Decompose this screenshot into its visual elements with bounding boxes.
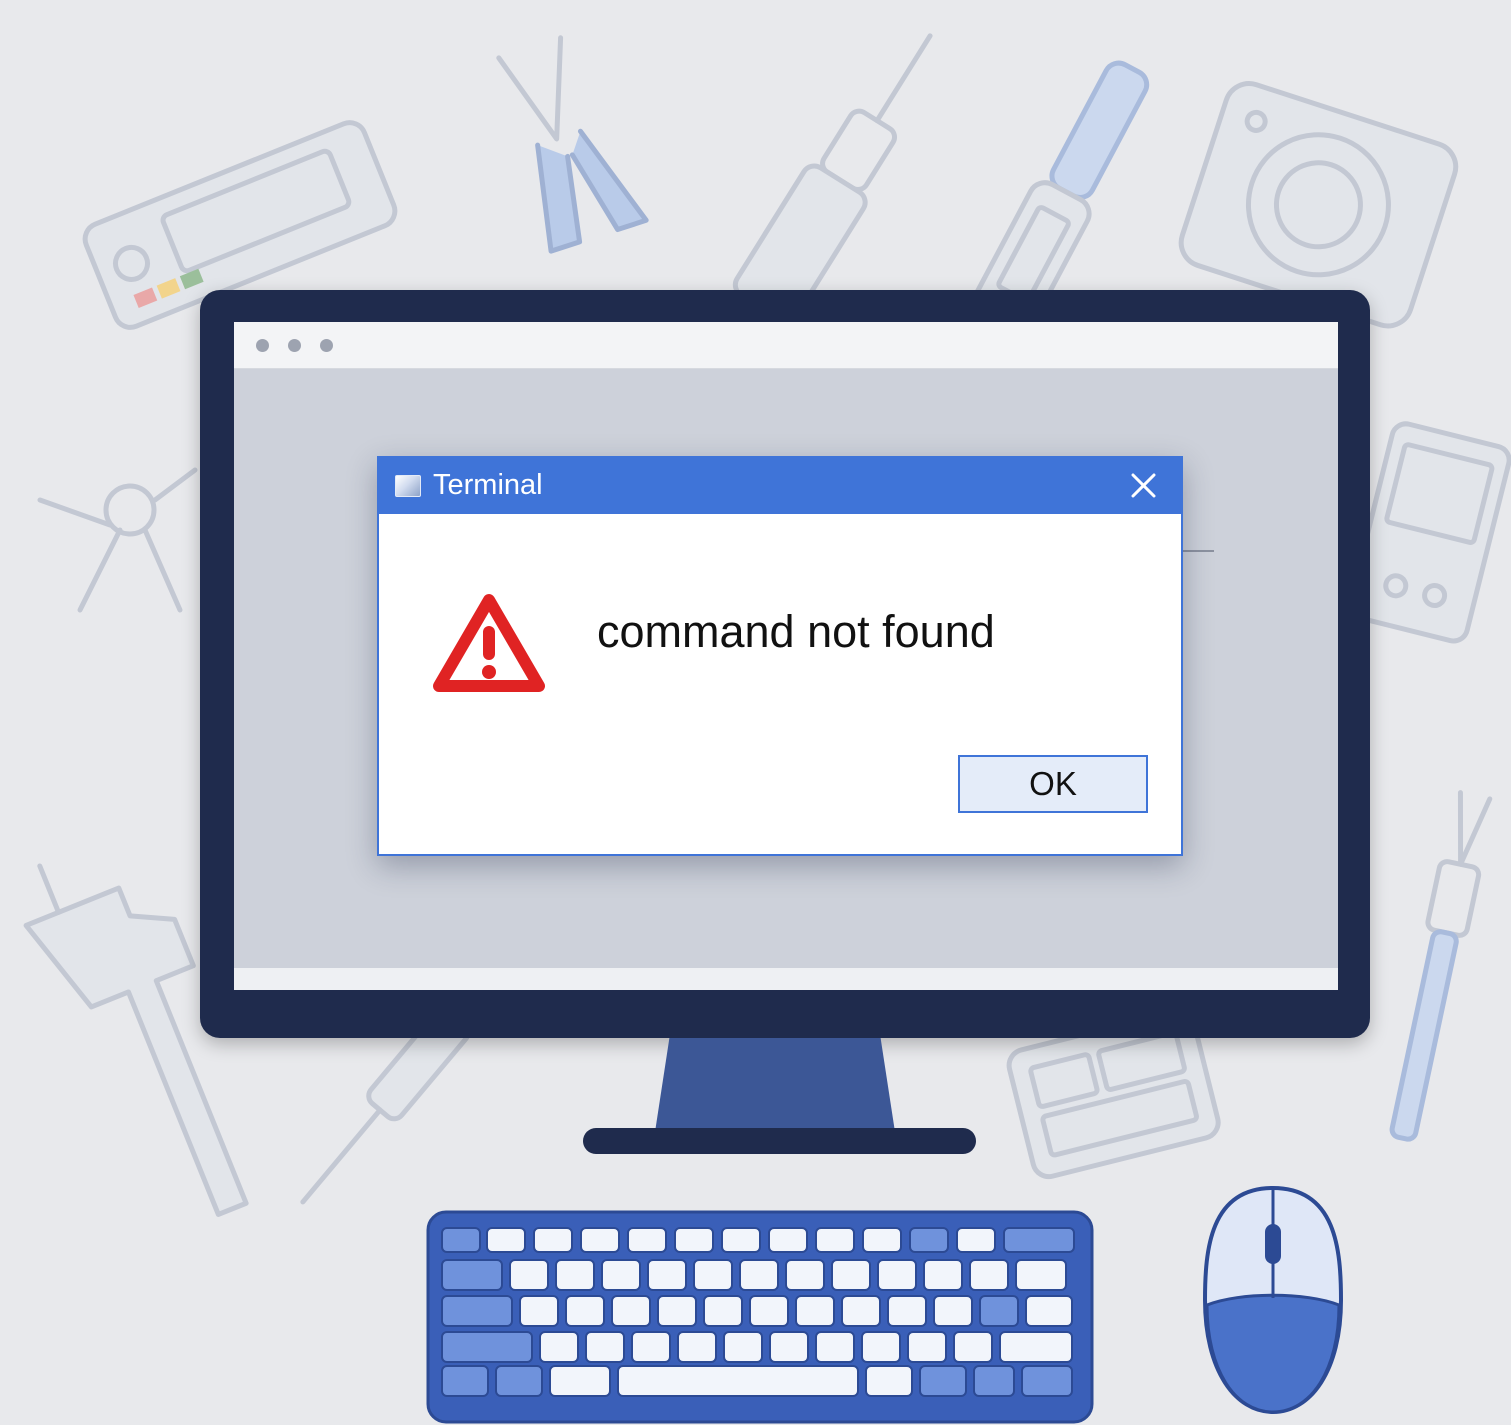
mouse-palm xyxy=(1205,1293,1341,1414)
mouse-scroll-wheel xyxy=(1265,1224,1281,1264)
mouse[interactable] xyxy=(0,0,1511,1425)
